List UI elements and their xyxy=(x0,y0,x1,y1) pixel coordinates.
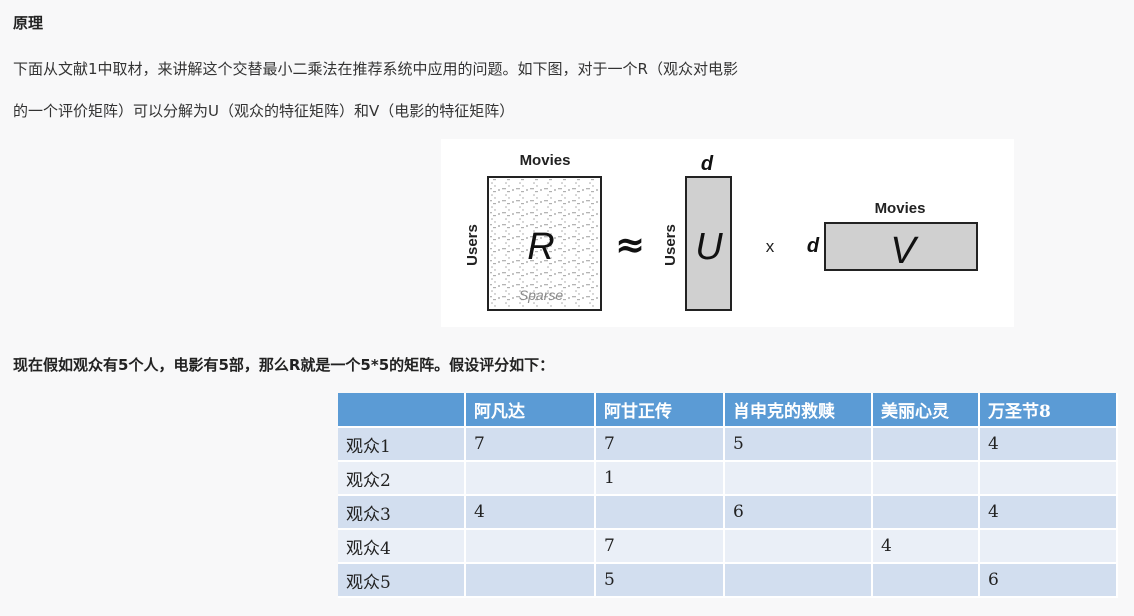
assumption-paragraph: 现在假如观众有5个人，电影有5部，那么R就是一个5*5的矩阵。假设评分如下： xyxy=(13,356,555,374)
rating-cell xyxy=(979,461,1118,496)
rating-cell: 6 xyxy=(979,563,1118,598)
rating-cell: 5 xyxy=(724,427,873,462)
rating-cell: 7 xyxy=(595,427,725,462)
header-cell-corner xyxy=(338,393,466,428)
rating-cell xyxy=(872,427,980,462)
rating-cell: 1 xyxy=(595,461,725,496)
table-row: 观众4 7 4 xyxy=(338,529,1118,564)
r-matrix-letter: R xyxy=(527,226,554,268)
header-cell-movie: 万圣节8 xyxy=(979,393,1118,428)
rating-cell xyxy=(724,563,873,598)
rating-cell: 5 xyxy=(595,563,725,598)
u-d-label: d xyxy=(701,153,714,175)
section-heading: 原理 xyxy=(13,14,44,32)
r-movies-label: Movies xyxy=(520,152,571,169)
rating-table: 阿凡达 阿甘正传 肖申克的救赎 美丽心灵 万圣节8 观众1 7 7 5 4 观众… xyxy=(338,393,1118,598)
rating-cell xyxy=(465,529,596,564)
v-d-label: d xyxy=(807,235,820,257)
header-cell-movie: 美丽心灵 xyxy=(872,393,980,428)
r-users-label: Users xyxy=(464,224,481,266)
v-movies-label: Movies xyxy=(875,200,926,217)
rating-cell xyxy=(595,495,725,530)
table-row: 观众1 7 7 5 4 xyxy=(338,427,1118,462)
table-row: 观众3 4 6 4 xyxy=(338,495,1118,530)
rating-cell xyxy=(465,563,596,598)
row-label-cell: 观众5 xyxy=(338,563,466,598)
rating-cell: 7 xyxy=(595,529,725,564)
header-cell-movie: 肖申克的救赎 xyxy=(724,393,873,428)
rating-cell xyxy=(872,461,980,496)
rating-cell xyxy=(724,529,873,564)
u-matrix-letter: U xyxy=(695,226,723,268)
header-cell-movie: 阿甘正传 xyxy=(595,393,725,428)
row-label-cell: 观众4 xyxy=(338,529,466,564)
u-users-label: Users xyxy=(662,224,679,266)
rating-cell: 6 xyxy=(724,495,873,530)
rating-cell xyxy=(465,461,596,496)
row-label-cell: 观众1 xyxy=(338,427,466,462)
table-row: 观众2 1 xyxy=(338,461,1118,496)
rating-cell xyxy=(979,529,1118,564)
intro-paragraph-line-2: 的一个评价矩阵）可以分解为U（观众的特征矩阵）和V（电影的特征矩阵） xyxy=(13,102,515,120)
rating-cell: 7 xyxy=(465,427,596,462)
header-cell-movie: 阿凡达 xyxy=(465,393,596,428)
rating-cell xyxy=(872,563,980,598)
times-symbol: x xyxy=(766,237,775,256)
approx-symbol: ≈ xyxy=(615,225,645,266)
rating-cell: 4 xyxy=(979,427,1118,462)
intro-paragraph-line-1: 下面从文献1中取材，来讲解这个交替最小二乘法在推荐系统中应用的问题。如下图，对于… xyxy=(13,60,738,78)
table-header-row: 阿凡达 阿甘正传 肖申克的救赎 美丽心灵 万圣节8 xyxy=(338,393,1118,428)
table-row: 观众5 5 6 xyxy=(338,563,1118,598)
v-matrix-letter: V xyxy=(890,230,919,272)
rating-cell xyxy=(724,461,873,496)
row-label-cell: 观众3 xyxy=(338,495,466,530)
diagram-svg: Movies Users R Sparse ≈ d Users U x Movi… xyxy=(464,152,978,311)
rating-cell: 4 xyxy=(465,495,596,530)
rating-cell: 4 xyxy=(872,529,980,564)
row-label-cell: 观众2 xyxy=(338,461,466,496)
rating-cell xyxy=(872,495,980,530)
r-sparse-label: Sparse xyxy=(519,287,564,303)
matrix-factorization-diagram: Movies Users R Sparse ≈ d Users U x Movi… xyxy=(441,139,1014,327)
rating-cell: 4 xyxy=(979,495,1118,530)
